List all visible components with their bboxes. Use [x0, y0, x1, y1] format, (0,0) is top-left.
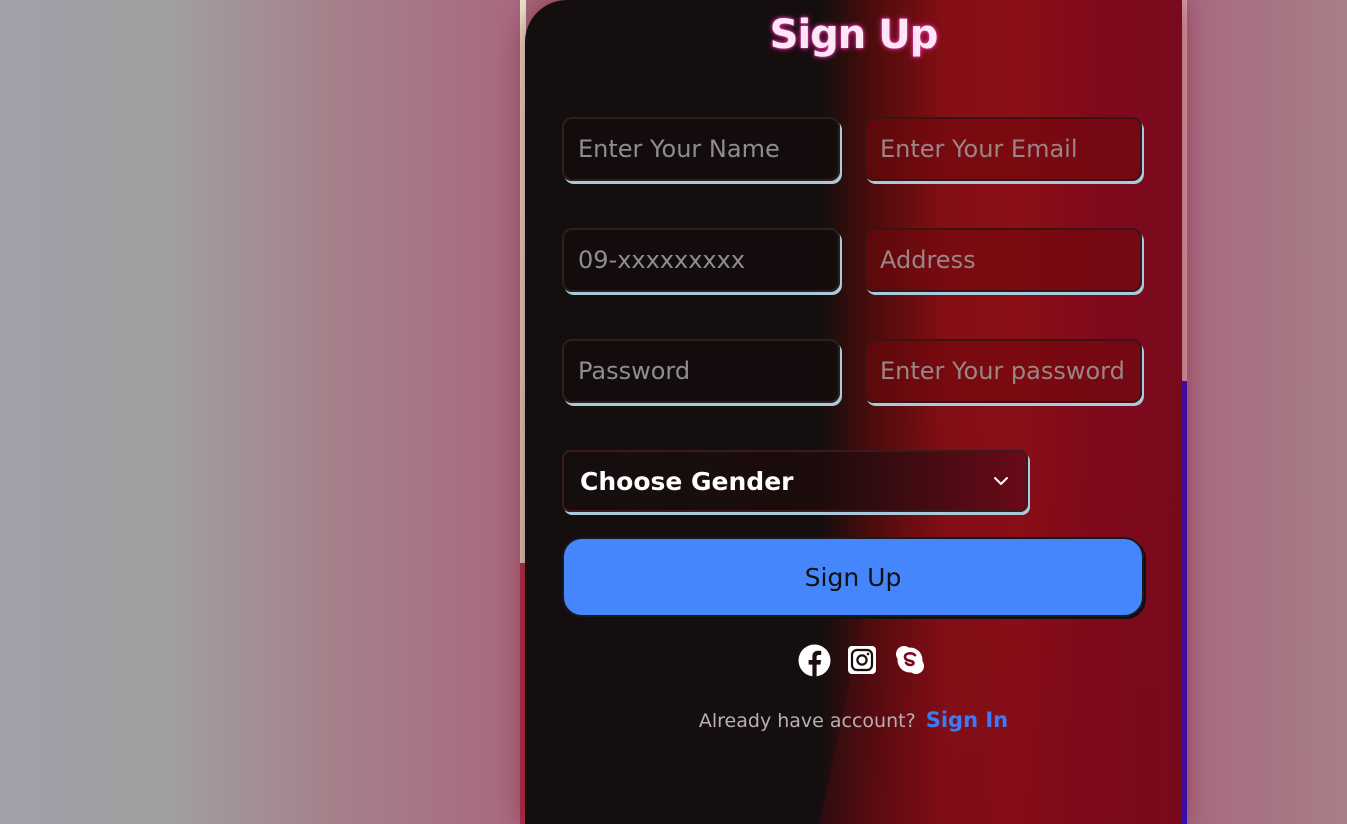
skype-icon[interactable]	[893, 643, 927, 677]
phone-field-wrapper	[562, 228, 840, 292]
password-field-wrapper	[562, 339, 840, 403]
phone-input[interactable]	[578, 246, 824, 274]
confirm-password-input[interactable]	[880, 357, 1126, 385]
email-input[interactable]	[880, 135, 1126, 163]
signin-prompt-text: Already have account?	[698, 710, 916, 732]
social-links	[797, 643, 927, 677]
facebook-icon[interactable]	[797, 643, 831, 677]
password-input[interactable]	[578, 357, 824, 385]
name-input[interactable]	[578, 135, 824, 163]
name-field-wrapper	[562, 117, 840, 181]
page-title: Sign Up	[769, 12, 939, 58]
instagram-icon[interactable]	[845, 643, 879, 677]
signin-prompt: Already have account? Sign In	[525, 708, 1182, 732]
address-input[interactable]	[880, 246, 1126, 274]
email-field-wrapper	[864, 117, 1142, 181]
gender-select-value: Choose Gender	[580, 466, 794, 496]
gender-select[interactable]: Choose Gender	[562, 450, 1028, 512]
address-field-wrapper	[864, 228, 1142, 292]
frame-right-edge-lower	[1182, 381, 1187, 824]
signup-button[interactable]: Sign Up	[562, 537, 1144, 617]
signup-card: Sign Up Choose Gender Sign Up	[525, 0, 1182, 824]
signin-link[interactable]: Sign In	[926, 708, 1008, 732]
confirm-password-field-wrapper	[864, 339, 1142, 403]
chevron-down-icon	[994, 477, 1008, 485]
